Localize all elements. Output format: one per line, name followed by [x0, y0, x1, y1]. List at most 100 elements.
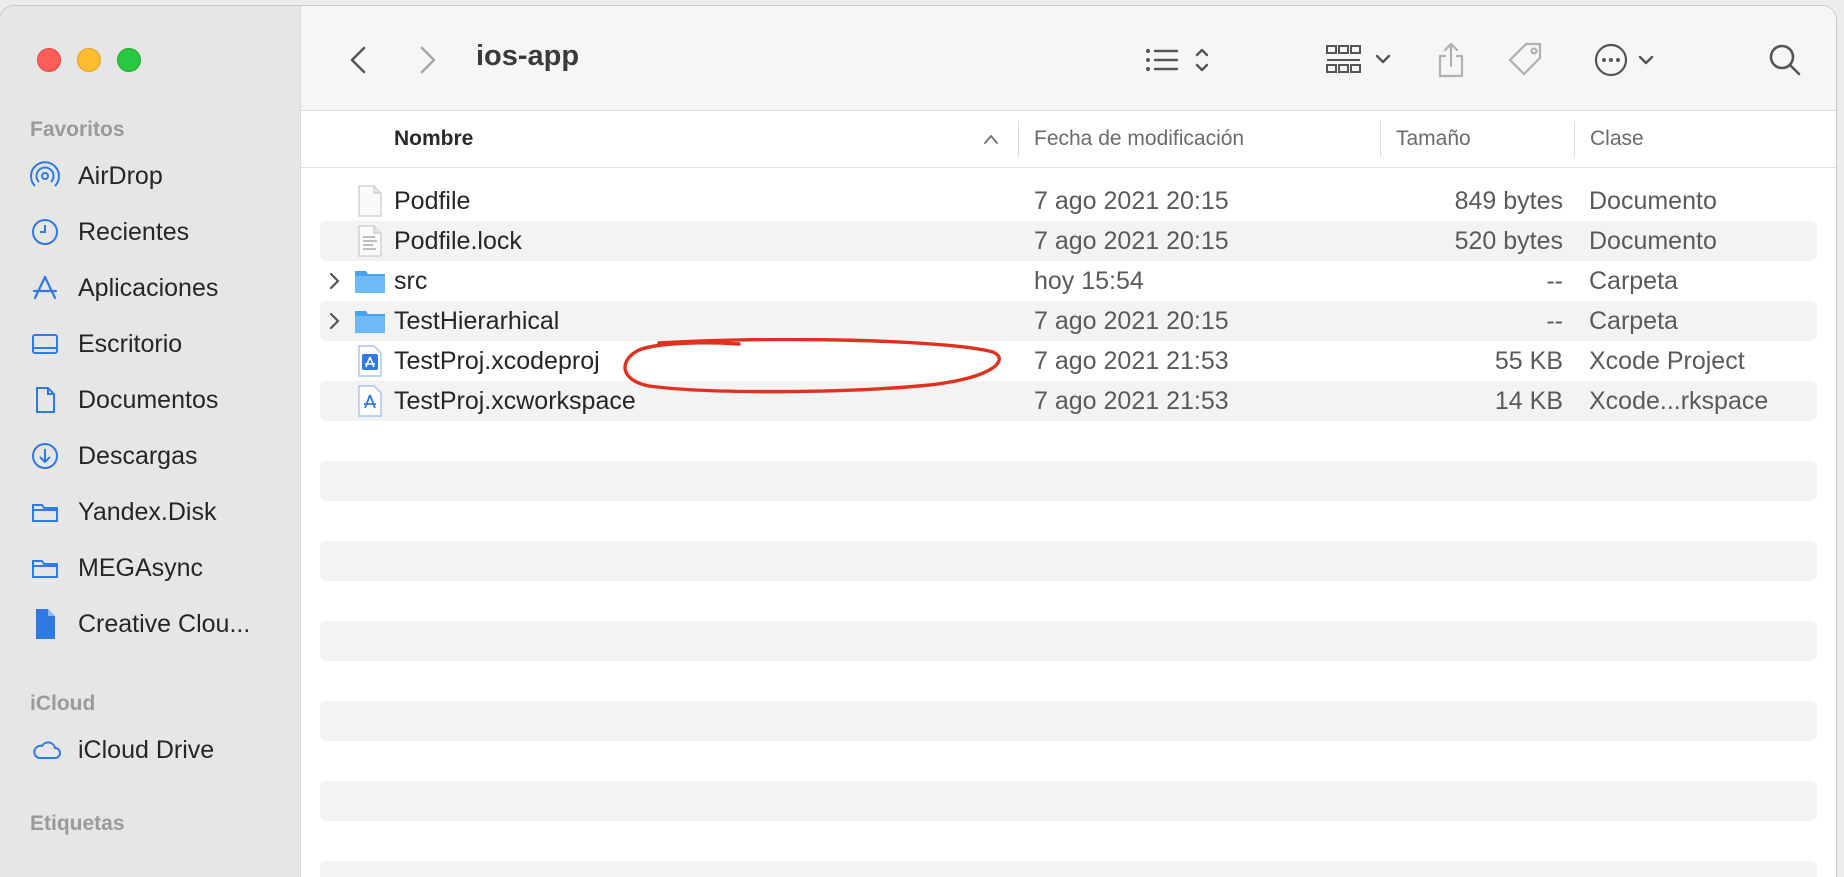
file-size: --	[1546, 307, 1563, 335]
more-icon	[1594, 43, 1654, 77]
desktop-icon	[30, 329, 66, 359]
chevron-right-icon	[420, 46, 436, 74]
column-divider[interactable]	[1380, 121, 1381, 157]
empty-row	[320, 861, 1817, 877]
column-header: Nombre Fecha de modificación Tamaño Clas…	[301, 111, 1836, 168]
table-row[interactable]: TestHierarhical 7 ago 2021 20:15 -- Carp…	[320, 301, 1817, 341]
sidebar-item-aplicaciones[interactable]: Aplicaciones	[30, 266, 280, 310]
sidebar-item-label: iCloud Drive	[78, 735, 215, 764]
favorites-section-label: Favoritos	[30, 118, 125, 141]
text-file-icon	[354, 225, 386, 257]
file-size: --	[1546, 267, 1563, 295]
share-button[interactable]	[1434, 40, 1468, 80]
sidebar-item-documentos[interactable]: Documentos	[30, 378, 280, 422]
empty-row	[320, 621, 1817, 661]
file-name: TestProj.xcodeproj	[394, 347, 600, 375]
main-pane: ios-app Nombre Fecha de modificación Tam…	[301, 6, 1836, 877]
sidebar-item-label: AirDrop	[78, 161, 163, 190]
toolbar: ios-app	[301, 6, 1836, 111]
tag-icon	[1508, 42, 1542, 76]
tags-section-label: Etiquetas	[30, 812, 125, 835]
column-date[interactable]: Fecha de modificación	[1034, 111, 1244, 167]
airdrop-icon	[30, 161, 66, 191]
table-row[interactable]: Podfile 7 ago 2021 20:15 849 bytes Docum…	[320, 181, 1817, 221]
sidebar-item-descargas[interactable]: Descargas	[30, 434, 280, 478]
chevron-up-icon	[984, 135, 998, 144]
file-date: 7 ago 2021 21:53	[1034, 387, 1229, 415]
file-size: 520 bytes	[1454, 227, 1563, 255]
clock-icon	[30, 217, 66, 247]
sidebar-item-label: Recientes	[78, 217, 190, 246]
file-kind: Xcode Project	[1589, 347, 1745, 375]
file-name: src	[394, 267, 428, 295]
cloud-icon	[30, 735, 66, 765]
more-actions-button[interactable]	[1593, 42, 1661, 78]
file-name: TestProj.xcworkspace	[394, 387, 636, 415]
disclosure-chevron-icon[interactable]	[328, 310, 348, 332]
xcodeproj-icon	[354, 345, 386, 377]
sidebar-item-megasync[interactable]: MEGAsync	[30, 546, 280, 590]
folder-icon	[354, 265, 386, 297]
blank-file-icon	[354, 185, 386, 217]
table-row[interactable]: TestProj.xcodeproj 7 ago 2021 21:53 55 K…	[320, 341, 1817, 381]
sort-ascending-indicator	[982, 111, 1000, 167]
folder-icon	[30, 553, 66, 583]
file-size: 55 KB	[1494, 347, 1563, 375]
file-kind: Documento	[1589, 187, 1717, 215]
file-name: TestHierarhical	[394, 307, 560, 335]
sidebar-item-creative-cloud[interactable]: Creative Clou...	[30, 602, 280, 646]
file-size: 14 KB	[1494, 387, 1563, 415]
folder-title: ios-app	[476, 40, 580, 72]
window-controls	[37, 48, 141, 72]
column-name[interactable]: Nombre	[394, 111, 473, 167]
zoom-button[interactable]	[117, 48, 141, 72]
file-kind: Xcode...rkspace	[1589, 387, 1769, 415]
empty-row	[320, 781, 1817, 821]
table-row[interactable]: src hoy 15:54 -- Carpeta	[320, 261, 1817, 301]
finder-window: Favoritos AirDrop Recientes Aplicaciones…	[0, 6, 1836, 877]
search-icon	[1769, 44, 1801, 76]
file-date: 7 ago 2021 20:15	[1034, 227, 1229, 255]
sidebar-item-icloud-drive[interactable]: iCloud Drive	[30, 728, 280, 772]
file-date: 7 ago 2021 20:15	[1034, 187, 1229, 215]
search-button[interactable]	[1767, 42, 1803, 78]
tag-button[interactable]	[1506, 40, 1546, 80]
file-date: hoy 15:54	[1034, 267, 1144, 295]
sidebar-item-escritorio[interactable]: Escritorio	[30, 322, 280, 366]
file-name: Podfile.lock	[394, 227, 522, 255]
empty-row	[320, 461, 1817, 501]
file-date: 7 ago 2021 20:15	[1034, 307, 1229, 335]
column-kind[interactable]: Clase	[1590, 111, 1644, 167]
table-row[interactable]: Podfile.lock 7 ago 2021 20:15 520 bytes …	[320, 221, 1817, 261]
file-kind: Documento	[1589, 227, 1717, 255]
sidebar-item-airdrop[interactable]: AirDrop	[30, 154, 280, 198]
applications-icon	[30, 273, 66, 303]
sidebar-item-label: Yandex.Disk	[78, 497, 217, 526]
sidebar: Favoritos AirDrop Recientes Aplicaciones…	[0, 6, 301, 877]
column-divider[interactable]	[1018, 121, 1019, 157]
xcworkspace-icon	[354, 385, 386, 417]
column-divider[interactable]	[1574, 121, 1575, 157]
table-row[interactable]: TestProj.xcworkspace 7 ago 2021 21:53 14…	[320, 381, 1817, 421]
group-button[interactable]	[1325, 42, 1395, 78]
file-name: Podfile	[394, 187, 471, 215]
empty-row	[320, 701, 1817, 741]
share-icon	[1438, 42, 1464, 78]
sidebar-item-yandex-disk[interactable]: Yandex.Disk	[30, 490, 280, 534]
document-icon	[30, 385, 66, 415]
forward-button[interactable]	[413, 42, 443, 78]
minimize-button[interactable]	[77, 48, 101, 72]
file-icon	[30, 609, 66, 639]
back-button[interactable]	[343, 42, 373, 78]
column-size[interactable]: Tamaño	[1396, 111, 1471, 167]
folder-icon	[30, 497, 66, 527]
empty-row	[320, 541, 1817, 581]
disclosure-chevron-icon[interactable]	[328, 270, 348, 292]
sidebar-item-recientes[interactable]: Recientes	[30, 210, 280, 254]
icloud-section-label: iCloud	[30, 692, 96, 715]
list-view-button[interactable]	[1144, 42, 1216, 78]
download-icon	[30, 441, 66, 471]
grid-icon	[1326, 45, 1391, 73]
close-button[interactable]	[37, 48, 61, 72]
sidebar-item-label: Creative Clou...	[78, 609, 251, 638]
